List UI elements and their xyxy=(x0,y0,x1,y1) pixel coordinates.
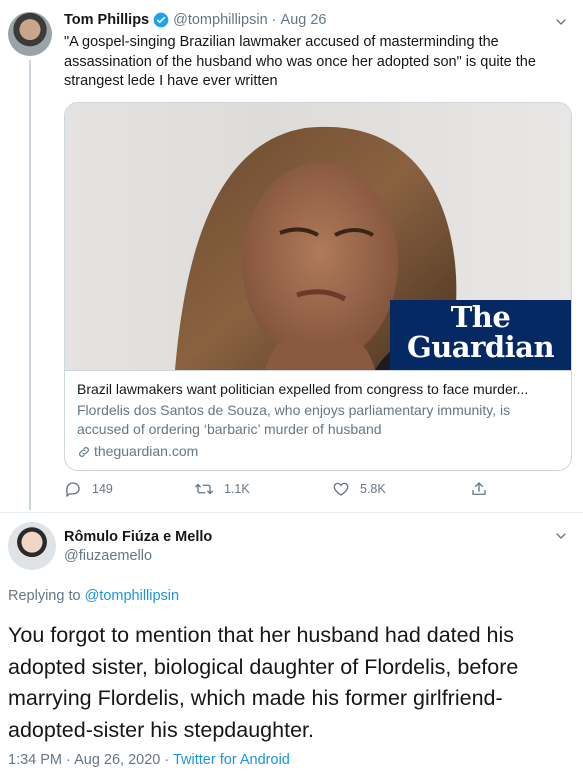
card-description: Flordelis dos Santos de Souza, who enjoy… xyxy=(77,402,511,437)
link-icon xyxy=(79,446,89,457)
like-button[interactable]: 5.8K xyxy=(332,480,386,498)
divider xyxy=(0,512,583,513)
share-button[interactable] xyxy=(470,480,498,498)
like-count: 5.8K xyxy=(360,482,386,496)
thread-line xyxy=(29,60,31,510)
tweet-original[interactable]: Tom Phillips @tomphillipsin · Aug 26 "A … xyxy=(0,0,583,510)
author-name[interactable]: Tom Phillips xyxy=(64,12,149,28)
more-options-icon[interactable] xyxy=(553,14,569,30)
tweet-date[interactable]: Aug 26 xyxy=(281,12,327,28)
tweet-actions: 149 1.1K 5.8K xyxy=(60,480,540,504)
link-card[interactable]: The Guardian Brazil lawmakers want polit… xyxy=(64,102,572,471)
guardian-logo: The Guardian xyxy=(390,300,571,370)
card-domain-text: theguardian.com xyxy=(94,443,199,459)
author-handle[interactable]: @tomphillipsin xyxy=(173,12,268,28)
tweet-header: Tom Phillips @tomphillipsin · Aug 26 xyxy=(64,12,327,28)
retweet-count: 1.1K xyxy=(224,482,250,496)
retweet-icon xyxy=(195,483,213,495)
reply-button[interactable]: 149 xyxy=(64,480,113,498)
separator-dot: · xyxy=(164,752,173,768)
tweet-source[interactable]: Twitter for Android xyxy=(173,752,290,768)
tweet-timestamp[interactable]: 1:34 PM · Aug 26, 2020 xyxy=(8,752,160,768)
guardian-logo-line1: The xyxy=(450,300,511,334)
reply-icon xyxy=(66,482,80,497)
card-title: Brazil lawmakers want politician expelle… xyxy=(77,381,529,397)
tweet-text: "A gospel-singing Brazilian lawmaker acc… xyxy=(64,34,536,89)
heart-icon xyxy=(333,482,349,496)
author-handle[interactable]: @fiuzaemello xyxy=(64,548,152,564)
retweet-button[interactable]: 1.1K xyxy=(194,480,250,498)
avatar[interactable] xyxy=(8,12,52,56)
tweet-meta: 1:34 PM · Aug 26, 2020 · Twitter for And… xyxy=(8,752,290,768)
avatar[interactable] xyxy=(8,522,56,570)
card-body: Brazil lawmakers want politician expelle… xyxy=(65,370,571,470)
guardian-logo-line2: Guardian xyxy=(406,330,555,364)
verified-badge-icon xyxy=(153,12,169,28)
replying-to-label: Replying to xyxy=(8,588,81,604)
card-domain: theguardian.com xyxy=(77,442,559,461)
author-name[interactable]: Rômulo Fiúza e Mello xyxy=(64,529,212,545)
separator-dot: · xyxy=(267,12,281,28)
card-image: The Guardian xyxy=(65,103,571,370)
reply-count: 149 xyxy=(92,482,113,496)
tweet-text: You forgot to mention that her husband h… xyxy=(8,623,519,742)
replying-to: Replying to @tomphillipsin xyxy=(8,588,179,604)
share-icon xyxy=(472,482,486,495)
more-options-icon[interactable] xyxy=(553,528,569,544)
replying-to-link[interactable]: @tomphillipsin xyxy=(85,588,180,604)
